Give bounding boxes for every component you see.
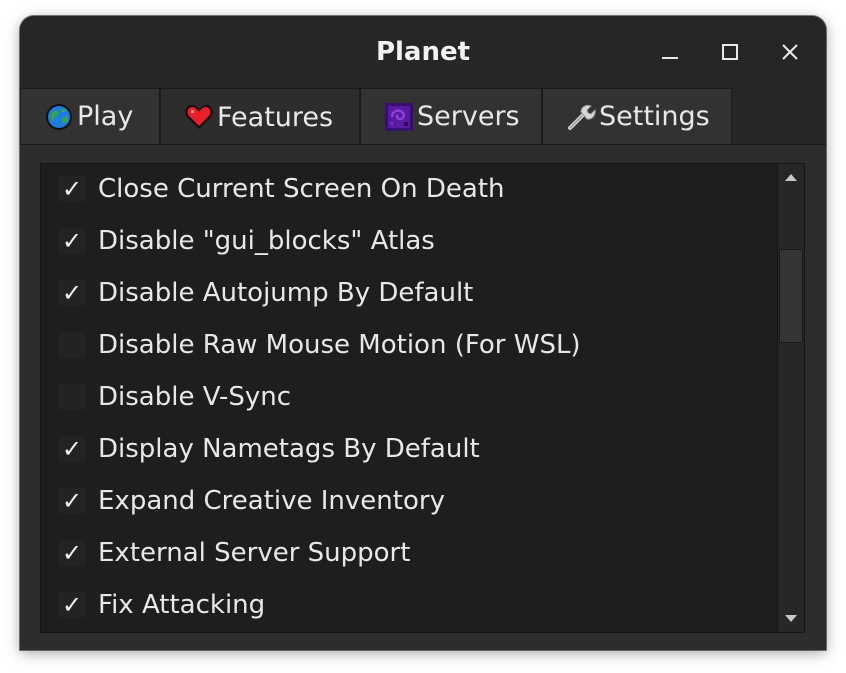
feature-checkbox[interactable]: ✓ <box>59 487 85 515</box>
tab-features[interactable]: Features <box>160 88 360 145</box>
feature-row[interactable]: Disable Raw Mouse Motion (For WSL) <box>41 319 781 371</box>
tab-settings-label: Settings <box>599 101 710 132</box>
feature-row[interactable]: ✓ Expand Creative Inventory <box>41 475 781 527</box>
scroll-down-button[interactable] <box>778 606 804 632</box>
check-icon: ✓ <box>61 279 83 307</box>
feature-label: Disable Autojump By Default <box>98 278 474 308</box>
check-icon: ✓ <box>61 487 83 515</box>
maximize-button[interactable] <box>712 34 748 70</box>
feature-checkbox[interactable]: ✓ <box>59 227 85 255</box>
feature-checkbox[interactable] <box>59 332 85 358</box>
check-icon: ✓ <box>61 435 83 463</box>
minimize-icon <box>662 57 678 59</box>
feature-row[interactable]: ✓ Disable "gui_blocks" Atlas <box>41 215 781 267</box>
heart-icon <box>183 101 215 133</box>
feature-label: Display Nametags By Default <box>98 434 480 464</box>
feature-label: Fix Attacking <box>98 590 266 620</box>
feature-checkbox[interactable] <box>59 384 85 410</box>
feature-checkbox[interactable]: ✓ <box>59 279 85 307</box>
app-window: Planet Play Features Servers Settings ✓ … <box>20 16 826 650</box>
close-icon <box>782 44 798 60</box>
tab-play-label: Play <box>77 101 134 132</box>
tab-servers[interactable]: Servers <box>360 88 542 144</box>
globe-icon <box>43 101 75 133</box>
feature-label: Expand Creative Inventory <box>98 486 445 516</box>
arrow-down-icon <box>785 615 797 622</box>
scroll-thumb[interactable] <box>779 249 803 343</box>
feature-checkbox[interactable]: ✓ <box>59 591 85 619</box>
tab-settings[interactable]: Settings <box>542 88 732 144</box>
feature-label: Disable "gui_blocks" Atlas <box>98 226 435 256</box>
feature-row[interactable]: ✓ Display Nametags By Default <box>41 423 781 475</box>
window-title: Planet <box>375 37 471 67</box>
feature-checkbox[interactable]: ✓ <box>59 435 85 463</box>
feature-row[interactable]: ✓ Disable Autojump By Default <box>41 267 781 319</box>
scroll-up-button[interactable] <box>778 164 804 190</box>
tab-servers-label: Servers <box>417 101 520 132</box>
check-icon: ✓ <box>61 227 83 255</box>
maximize-icon <box>722 44 738 60</box>
features-panel: ✓ Close Current Screen On Death ✓ Disabl… <box>20 144 826 650</box>
feature-row[interactable]: Disable V-Sync <box>41 371 781 423</box>
feature-checkbox[interactable]: ✓ <box>59 175 85 203</box>
minimize-button[interactable] <box>652 34 688 70</box>
arrow-up-icon <box>785 174 797 181</box>
feature-label: Disable Raw Mouse Motion (For WSL) <box>98 330 581 360</box>
feature-checkbox[interactable]: ✓ <box>59 539 85 567</box>
tab-features-label: Features <box>217 101 334 133</box>
portal-icon <box>383 101 415 133</box>
feature-label: Disable V-Sync <box>98 382 292 412</box>
feature-list[interactable]: ✓ Close Current Screen On Death ✓ Disabl… <box>40 163 784 633</box>
check-icon: ✓ <box>61 591 83 619</box>
tab-play[interactable]: Play <box>20 88 160 144</box>
wrench-icon <box>565 101 597 133</box>
feature-label: Close Current Screen On Death <box>98 174 505 204</box>
feature-row[interactable]: ✓ Fix Attacking <box>41 579 781 631</box>
check-icon: ✓ <box>61 175 83 203</box>
title-bar[interactable]: Planet <box>20 16 826 88</box>
check-icon: ✓ <box>61 539 83 567</box>
tab-bar: Play Features Servers Settings <box>20 88 826 145</box>
feature-row[interactable]: ✓ Close Current Screen On Death <box>41 164 781 215</box>
close-button[interactable] <box>772 34 808 70</box>
feature-label: External Server Support <box>98 538 411 568</box>
vertical-scrollbar[interactable] <box>777 163 805 633</box>
feature-row[interactable]: ✓ External Server Support <box>41 527 781 579</box>
